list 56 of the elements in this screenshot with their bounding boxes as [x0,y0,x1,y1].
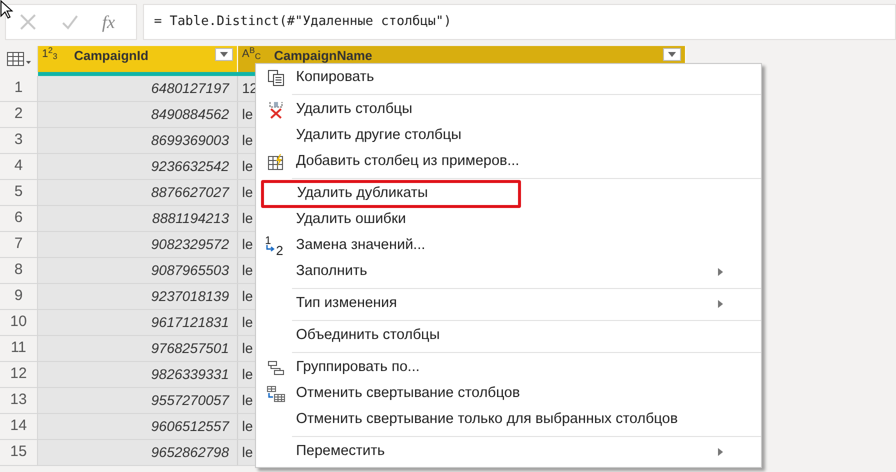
row-number: 2 [0,102,38,127]
row-number: 5 [0,180,38,205]
row-number: 13 [0,388,38,413]
menu-item[interactable]: Тип изменения [256,291,761,317]
row-number: 3 [0,128,38,153]
row-number: 12 [0,362,38,387]
group-by-icon [267,360,285,376]
table-cell: 9087965503 [38,258,238,283]
caret-icon [220,52,228,57]
column-name: CampaignId [74,48,150,63]
row-number: 1 [0,76,38,101]
menu-item[interactable]: Переместить [256,439,761,465]
remove-columns-icon [267,101,285,119]
row-number: 10 [0,310,38,335]
column-filter-button[interactable] [215,48,233,61]
table-cell: 9606512557 [38,414,238,439]
submenu-arrow-icon [718,268,723,276]
column-name: CampaignName [274,48,374,63]
fx-button[interactable]: fx [102,8,115,36]
row-number: 14 [0,414,38,439]
copy-icon [267,69,285,87]
menu-item[interactable]: Удалить ошибки [256,207,761,233]
menu-item[interactable]: Группировать по... [256,355,761,381]
table-icon [6,51,32,67]
row-number: 9 [0,284,38,309]
table-cell: 9826339331 [38,362,238,387]
menu-item[interactable]: Удалить столбцы [256,97,761,123]
menu-item[interactable]: Заполнить [256,259,761,285]
caret-icon [668,52,676,57]
table-cell: 9237018139 [38,284,238,309]
table-cell: 9768257501 [38,336,238,361]
table-lightning-icon [267,153,285,171]
row-number: 8 [0,258,38,283]
table-cell: 9557270057 [38,388,238,413]
table-cell: 9617121831 [38,310,238,335]
formula-field[interactable]: = Table.Distinct(#"Удаленные столбцы") [143,4,896,40]
table-cell: 9082329572 [38,232,238,257]
submenu-arrow-icon [718,448,723,456]
table-cell: 9236632542 [38,154,238,179]
table-cell: 8881194213 [38,206,238,231]
menu-item[interactable]: 1 2 Замена значений... [256,233,761,259]
row-number: 15 [0,440,38,465]
table-cell: 6480127197 [38,76,238,101]
row-number: 11 [0,336,38,361]
menu-item[interactable]: Удалить дубликаты [264,183,518,205]
table-cell: 8699369003 [38,128,238,153]
table-cell: 8490884562 [38,102,238,127]
table-cell: 9652862798 [38,440,238,465]
table-cell: 8876627027 [38,180,238,205]
row-number: 7 [0,232,38,257]
submenu-arrow-icon [718,300,723,308]
column-filter-button[interactable] [663,48,681,61]
row-number: 4 [0,154,38,179]
unpivot-icon [266,385,286,403]
row-number: 6 [0,206,38,231]
menu-item[interactable]: Объединить столбцы [256,323,761,349]
